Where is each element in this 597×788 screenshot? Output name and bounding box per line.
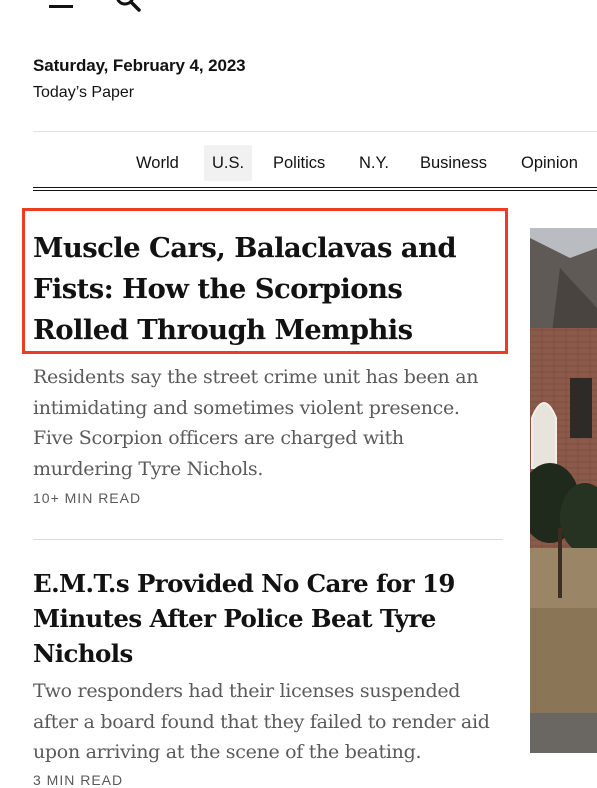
nav-item-opinion[interactable]: Opinion: [521, 145, 578, 181]
lead-story-read-time: 10+ MIN READ: [33, 490, 142, 506]
headline-highlight-box: [22, 208, 508, 354]
nav-item-politics[interactable]: Politics: [273, 145, 325, 181]
nav-item-us[interactable]: U.S.: [204, 145, 253, 181]
second-story-read-time: 3 MIN READ: [33, 771, 124, 788]
todays-paper-link[interactable]: Today’s Paper: [33, 84, 134, 102]
section-nav: World U.S. Politics N.Y. Business Opinio…: [0, 145, 597, 181]
header-divider: [33, 131, 597, 132]
second-story-summary: Two responders had their licenses suspen…: [33, 680, 490, 763]
lead-story-summary: Residents say the street crime unit has …: [33, 366, 479, 480]
story-divider: [33, 539, 503, 540]
nav-double-rule: [33, 187, 597, 191]
second-story-headline[interactable]: E.M.T.s Provided No Care for 19 Minutes …: [33, 566, 503, 671]
nav-item-business[interactable]: Business: [420, 145, 487, 181]
nav-item-world[interactable]: World: [136, 145, 179, 181]
search-icon[interactable]: [115, 0, 141, 12]
hamburger-menu-icon[interactable]: [49, 0, 73, 8]
current-date: Saturday, February 4, 2023: [33, 56, 246, 75]
nav-item-ny[interactable]: N.Y.: [359, 145, 389, 181]
second-story: E.M.T.s Provided No Care for 19 Minutes …: [33, 566, 503, 788]
lead-story-photo[interactable]: [530, 228, 597, 753]
